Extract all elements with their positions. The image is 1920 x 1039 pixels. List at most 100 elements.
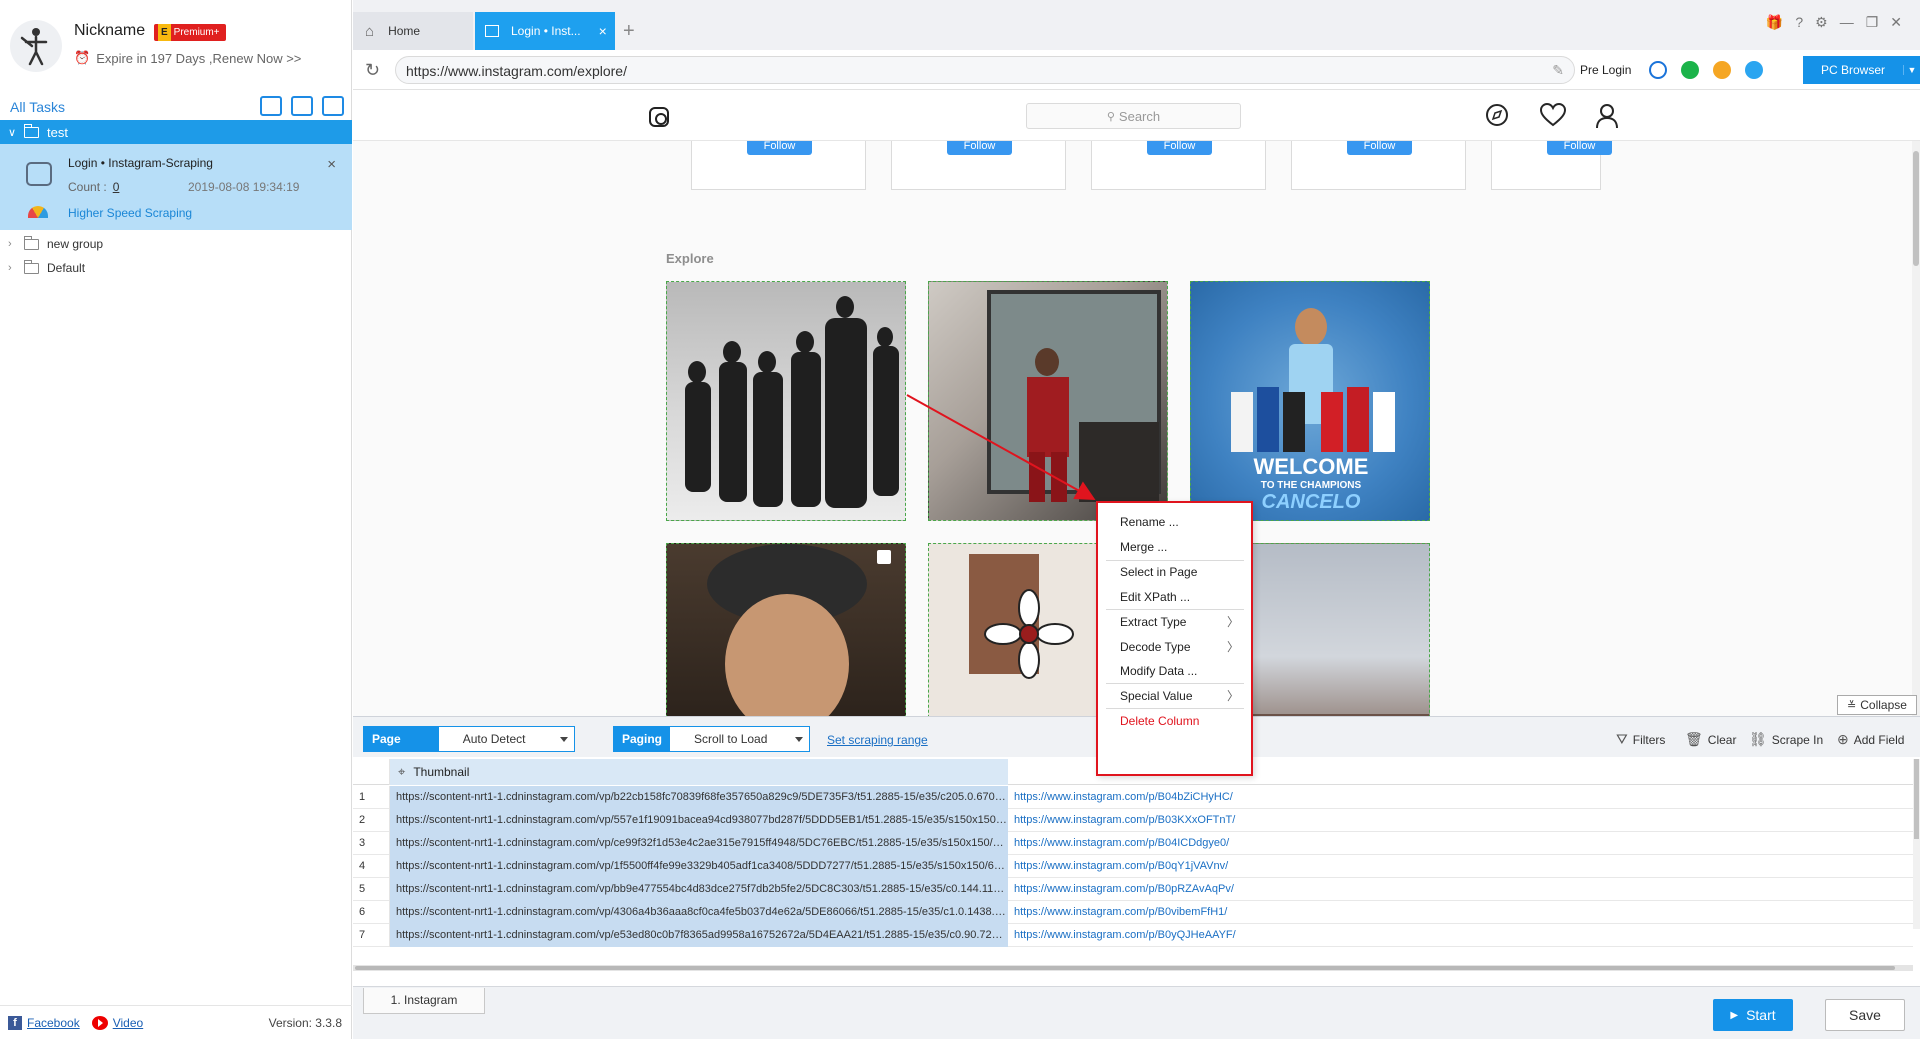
add-field-button[interactable]: ⊕ Add Field <box>1837 731 1904 748</box>
follow-button[interactable]: Follow <box>747 141 812 155</box>
youtube-icon[interactable] <box>91 1015 108 1030</box>
column-header-thumbnail[interactable]: ⌖ Thumbnail <box>390 759 1008 785</box>
menu-item-decode-type[interactable]: Decode Type <box>1120 640 1191 654</box>
group-test[interactable]: ∨ test <box>0 120 352 144</box>
collapse-button[interactable]: ≚ Collapse <box>1837 695 1917 715</box>
thumbnail-cell[interactable]: https://scontent-nrt1-1.cdninstagram.com… <box>390 786 1008 809</box>
compass-icon[interactable] <box>1485 103 1509 133</box>
link-cell[interactable]: https://www.instagram.com/p/B04ICDdgye0/ <box>1008 832 1913 855</box>
pre-login-button[interactable]: Pre Login <box>1580 63 1631 77</box>
reload-icon[interactable]: ↻ <box>365 60 380 81</box>
thumbnail-cell[interactable]: https://scontent-nrt1-1.cdninstagram.com… <box>390 901 1008 924</box>
url-field[interactable]: https://www.instagram.com/explore/ ✎ <box>395 56 1575 84</box>
group-new-group[interactable]: › new group <box>0 232 352 256</box>
tab-home[interactable]: ⌂ Home <box>353 12 473 50</box>
menu-item-merge[interactable]: Merge ... <box>1120 540 1167 554</box>
facebook-icon[interactable]: f <box>8 1015 22 1030</box>
table-vscroll-thumb[interactable] <box>1914 759 1919 839</box>
minimize-icon[interactable]: — <box>1840 14 1854 31</box>
link-cell[interactable]: https://www.instagram.com/p/B0pRZAvAqPv/ <box>1008 878 1913 901</box>
video-link[interactable]: Video <box>113 1016 143 1030</box>
help-icon[interactable]: ? <box>1795 14 1803 31</box>
table-vertical-scrollbar[interactable] <box>1913 759 1920 929</box>
follow-button[interactable]: Follow <box>1147 141 1212 155</box>
menu-item-select-in-page[interactable]: Select in Page <box>1120 565 1197 579</box>
paging-select[interactable]: Paging Scroll to Load <box>613 726 810 752</box>
new-task-icon[interactable] <box>291 96 313 116</box>
url-text[interactable]: https://www.instagram.com/explore/ <box>406 63 627 79</box>
menu-item-edit-xpath[interactable]: Edit XPath ... <box>1120 590 1190 604</box>
save-button[interactable]: Save <box>1825 999 1905 1031</box>
count-value[interactable]: 0 <box>113 180 120 194</box>
tab-close-icon[interactable]: × <box>599 23 607 39</box>
page-type-select[interactable]: Page Type Auto Detect <box>363 726 575 770</box>
tab-login[interactable]: Login • Inst... × <box>475 12 615 50</box>
table-hscroll-thumb[interactable] <box>355 966 1895 970</box>
higher-speed-link[interactable]: Higher Speed Scraping <box>68 206 192 220</box>
link-cell[interactable]: https://www.instagram.com/p/B0yQJHeAAYF/ <box>1008 924 1913 947</box>
globe-icon[interactable] <box>1649 61 1667 79</box>
explore-post-tile[interactable] <box>666 281 906 521</box>
gear-icon[interactable]: ⚙ <box>1815 14 1828 31</box>
user-agent-icon[interactable] <box>1745 61 1763 79</box>
facebook-link[interactable]: Facebook <box>27 1016 80 1030</box>
link-cell[interactable]: https://www.instagram.com/p/B0qY1jVAVnv/ <box>1008 855 1913 878</box>
link-cell[interactable]: https://www.instagram.com/p/B03KXxOFTnT/ <box>1008 809 1913 832</box>
close-icon[interactable]: × <box>327 156 336 173</box>
cloud-icon[interactable] <box>1713 61 1731 79</box>
paging-value[interactable]: Scroll to Load <box>670 727 809 751</box>
clear-button[interactable]: 🗑 Clear <box>1685 731 1736 748</box>
follow-button[interactable]: Follow <box>1547 141 1612 155</box>
table-row[interactable]: 4 https://scontent-nrt1-1.cdninstagram.co… <box>353 855 1913 878</box>
add-tab-icon[interactable]: + <box>623 20 635 43</box>
menu-item-delete-column[interactable]: Delete Column <box>1120 714 1199 728</box>
table-row[interactable]: 6 https://scontent-nrt1-1.cdninstagram.co… <box>353 901 1913 924</box>
instagram-logo-icon[interactable] <box>649 107 669 127</box>
pc-browser-dropdown[interactable]: PC Browser ▼ <box>1803 56 1920 84</box>
table-row[interactable]: 1 https://scontent-nrt1-1.cdninstagram.co… <box>353 786 1913 809</box>
heart-icon[interactable] <box>1539 102 1567 133</box>
link-cell[interactable]: https://www.instagram.com/p/B04bZiCHyHC/ <box>1008 786 1913 809</box>
import-task-icon[interactable] <box>260 96 282 116</box>
profile-icon[interactable] <box>1595 103 1619 135</box>
expire-link[interactable]: ⏰ Expire in 197 Days ,Renew Now >> <box>74 50 301 66</box>
group-default[interactable]: › Default <box>0 256 352 280</box>
thumbnail-cell[interactable]: https://scontent-nrt1-1.cdninstagram.com… <box>390 832 1008 855</box>
search-task-icon[interactable] <box>322 96 344 116</box>
task-card[interactable]: Login • Instagram-Scraping × Count : 0 20… <box>0 144 352 230</box>
menu-item-modify-data[interactable]: Modify Data ... <box>1120 664 1197 678</box>
table-row[interactable]: 5 https://scontent-nrt1-1.cdninstagram.co… <box>353 878 1913 901</box>
scrape-in-button[interactable]: ⛓ Scrape In <box>1749 731 1823 748</box>
edit-pencil-icon[interactable]: ✎ <box>1552 62 1564 79</box>
thumbnail-cell[interactable]: https://scontent-nrt1-1.cdninstagram.com… <box>390 878 1008 901</box>
explore-post-tile[interactable] <box>666 543 906 716</box>
set-scraping-range-link[interactable]: Set scraping range <box>827 733 928 747</box>
filters-button[interactable]: ⛛ Filters <box>1616 731 1665 748</box>
instagram-search-input[interactable]: ⚲ Search <box>1026 103 1241 129</box>
thumbnail-cell[interactable]: https://scontent-nrt1-1.cdninstagram.com… <box>390 855 1008 878</box>
thumbnail-cell[interactable]: https://scontent-nrt1-1.cdninstagram.com… <box>390 924 1008 947</box>
table-row[interactable]: 7 https://scontent-nrt1-1.cdninstagram.co… <box>353 924 1913 947</box>
browser-scroll-thumb[interactable] <box>1913 151 1919 266</box>
avatar[interactable] <box>10 20 62 72</box>
sheet-tab-instagram[interactable]: 1. Instagram <box>363 988 485 1014</box>
table-row[interactable]: 2 https://scontent-nrt1-1.cdninstagram.co… <box>353 809 1913 832</box>
menu-item-special-value[interactable]: Special Value <box>1120 689 1193 703</box>
gift-icon[interactable]: 🎁 <box>1766 14 1783 31</box>
all-tasks-label[interactable]: All Tasks <box>10 99 65 115</box>
close-window-icon[interactable]: ✕ <box>1890 14 1902 31</box>
menu-item-rename[interactable]: Rename ... <box>1120 515 1179 529</box>
start-button[interactable]: ▶ Start <box>1713 999 1793 1031</box>
explore-post-tile[interactable]: WELCOME TO THE CHAMPIONS CANCELO <box>1190 281 1430 521</box>
table-horizontal-scrollbar[interactable] <box>353 965 1913 971</box>
follow-button[interactable]: Follow <box>947 141 1012 155</box>
explore-post-tile[interactable] <box>928 281 1168 521</box>
follow-button[interactable]: Follow <box>1347 141 1412 155</box>
thumbnail-cell[interactable]: https://scontent-nrt1-1.cdninstagram.com… <box>390 809 1008 832</box>
speed-boost-icon[interactable] <box>1681 61 1699 79</box>
link-cell[interactable]: https://www.instagram.com/p/B0vibemFfH1/ <box>1008 901 1913 924</box>
table-row[interactable]: 3 https://scontent-nrt1-1.cdninstagram.co… <box>353 832 1913 855</box>
page-type-value[interactable]: Auto Detect <box>438 727 574 751</box>
menu-item-extract-type[interactable]: Extract Type <box>1120 615 1186 629</box>
restore-icon[interactable]: ❐ <box>1866 14 1879 31</box>
